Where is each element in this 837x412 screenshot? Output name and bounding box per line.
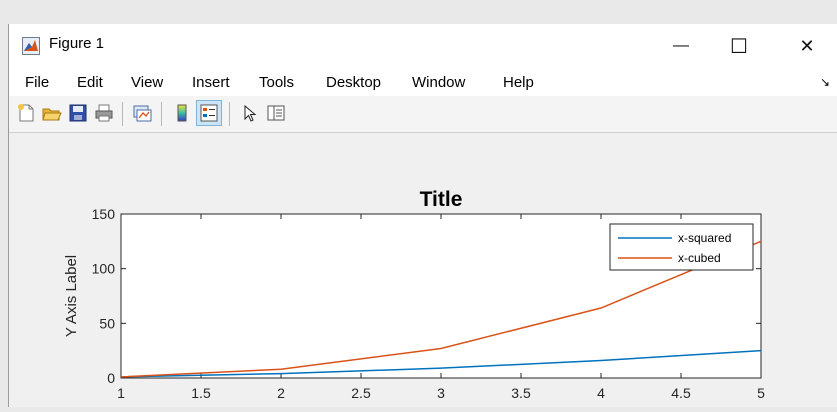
menu-view[interactable]: View: [131, 74, 163, 91]
insert-legend-icon: [200, 104, 218, 122]
figure-canvas[interactable]: Title11.522.533.544.55050100150X Axis La…: [9, 133, 837, 412]
insert-colorbar-icon: [177, 104, 187, 122]
new-figure-icon: [18, 104, 34, 122]
dock-arrow-icon[interactable]: ↘: [820, 75, 830, 89]
edit-plot-button[interactable]: [237, 100, 263, 126]
close-icon: ✕: [799, 35, 815, 56]
figure-toolbar: [9, 96, 837, 133]
menu-tools[interactable]: Tools: [259, 74, 294, 91]
minimize-button[interactable]: —: [658, 24, 704, 68]
y-tick-label: 50: [99, 315, 115, 331]
x-tick-label: 3: [437, 385, 445, 401]
x-tick-label: 4: [597, 385, 605, 401]
y-tick-label: 150: [92, 206, 116, 222]
x-tick-label: 4.5: [671, 385, 691, 401]
window-title: Figure 1: [49, 35, 105, 52]
property-inspector-button[interactable]: [263, 100, 289, 126]
new-figure-button[interactable]: [13, 100, 39, 126]
menu-insert[interactable]: Insert: [192, 74, 230, 91]
legend-label: x-squared: [678, 231, 731, 245]
line-chart[interactable]: Title11.522.533.544.55050100150X Axis La…: [9, 133, 837, 412]
x-tick-label: 5: [757, 385, 765, 401]
y-tick-label: 100: [92, 261, 116, 277]
maximize-icon: ☐: [730, 35, 748, 58]
menu-window[interactable]: Window: [412, 74, 465, 91]
toolbar-separator: [229, 102, 230, 126]
matlab-figure-icon: [22, 37, 40, 55]
open-file-icon: [42, 108, 62, 121]
legend-label: x-cubed: [678, 251, 721, 265]
link-plot-button[interactable]: [129, 100, 155, 126]
figure-window: Figure 1 — ☐ ✕ File Edit View Insert Too…: [8, 24, 837, 412]
y-axis-label: Y Axis Label: [63, 255, 80, 337]
print-button[interactable]: [91, 100, 117, 126]
title-bar[interactable]: Figure 1 — ☐ ✕: [9, 24, 837, 68]
y-tick-label: 0: [107, 370, 115, 386]
toolbar-separator: [122, 102, 123, 126]
maximize-button[interactable]: ☐: [716, 24, 762, 68]
menu-file[interactable]: File: [25, 74, 49, 91]
x-tick-label: 3.5: [511, 385, 531, 401]
x-tick-label: 2.5: [351, 385, 371, 401]
insert-legend-button[interactable]: [196, 100, 222, 126]
x-tick-label: 1: [117, 385, 125, 401]
open-property-inspector-icon: [267, 105, 285, 121]
chart-title: Title: [420, 188, 463, 211]
link-plot-icon: [133, 105, 152, 122]
close-button[interactable]: ✕: [784, 24, 830, 68]
insert-colorbar-button[interactable]: [169, 100, 195, 126]
edit-plot-icon: [244, 104, 257, 122]
open-file-button[interactable]: [39, 100, 65, 126]
save-icon: [69, 104, 87, 122]
menu-edit[interactable]: Edit: [77, 74, 103, 91]
save-button[interactable]: [65, 100, 91, 126]
menu-bar: File Edit View Insert Tools Desktop Wind…: [9, 68, 837, 96]
menu-desktop[interactable]: Desktop: [326, 74, 381, 91]
menu-help[interactable]: Help: [503, 74, 534, 91]
x-tick-label: 2: [277, 385, 285, 401]
x-tick-label: 1.5: [191, 385, 211, 401]
print-icon: [95, 104, 113, 122]
minimize-icon: —: [673, 37, 689, 54]
toolbar-separator: [161, 102, 162, 126]
